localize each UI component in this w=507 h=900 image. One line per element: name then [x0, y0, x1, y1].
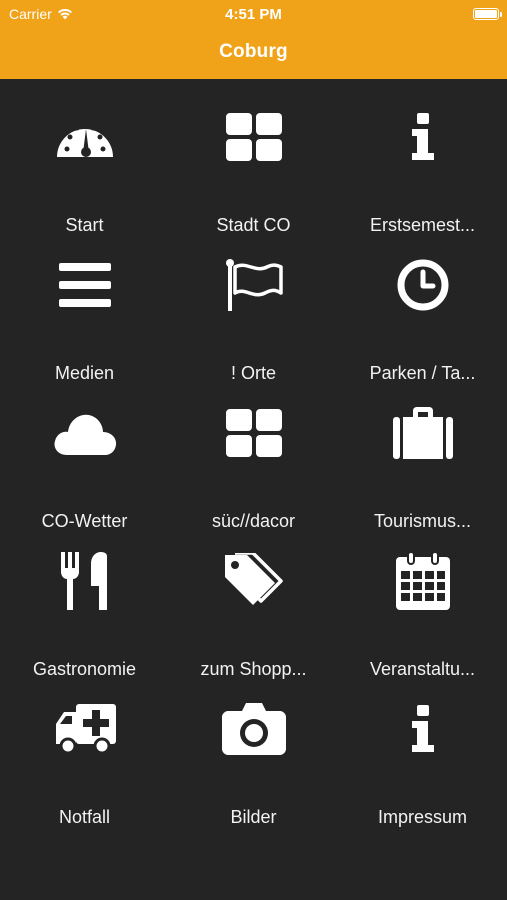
tile-erstsemester[interactable]: Erstsemest... [338, 79, 507, 235]
camera-icon [219, 694, 289, 764]
grid-icon [219, 102, 289, 172]
menu-icon [50, 250, 120, 320]
tags-icon [219, 546, 289, 616]
tile-notfall[interactable]: Notfall [0, 671, 169, 827]
calendar-icon [388, 546, 458, 616]
ambulance-icon [50, 694, 120, 764]
navigation-bar: Carrier 4:51 PM Coburg [0, 0, 507, 79]
tile-parken[interactable]: Parken / Ta... [338, 227, 507, 383]
cutlery-icon [50, 546, 120, 616]
tile-label: Impressum [377, 807, 467, 827]
tile-co-wetter[interactable]: CO-Wetter [0, 375, 169, 531]
tile-orte[interactable]: ! Orte [169, 227, 338, 383]
tile-gastronomie[interactable]: Gastronomie [0, 523, 169, 679]
tile-medien[interactable]: Medien [0, 227, 169, 383]
tile-label: Bilder [230, 807, 277, 827]
tile-bilder[interactable]: Bilder [169, 671, 338, 827]
grid-icon [219, 398, 289, 468]
tile-stadt-co[interactable]: Stadt CO [169, 79, 338, 235]
clock-icon [388, 250, 458, 320]
info-icon [388, 102, 458, 172]
dashboard-icon [50, 102, 120, 172]
page-title: Coburg [219, 41, 288, 62]
tile-label: Notfall [58, 807, 111, 827]
battery-icon [473, 8, 502, 20]
status-bar: Carrier 4:51 PM [0, 0, 507, 28]
tile-start[interactable]: Start [0, 79, 169, 235]
tile-suc-dacor[interactable]: süc//dacor [169, 375, 338, 531]
status-time: 4:51 PM [225, 6, 282, 23]
tile-tourismus[interactable]: Tourismus... [338, 375, 507, 531]
info-icon [388, 694, 458, 764]
tile-shopping[interactable]: zum Shopp... [169, 523, 338, 679]
suitcase-icon [388, 398, 458, 468]
tile-impressum[interactable]: Impressum [338, 671, 507, 827]
cloud-icon [50, 398, 120, 468]
tile-veranstaltungen[interactable]: Veranstaltu... [338, 523, 507, 679]
flag-icon [219, 250, 289, 320]
